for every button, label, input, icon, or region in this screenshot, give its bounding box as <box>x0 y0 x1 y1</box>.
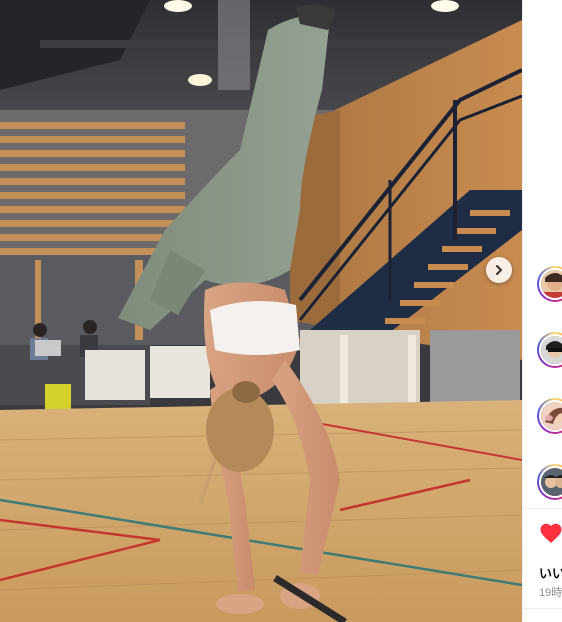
chevron-right-icon <box>496 265 502 275</box>
avatar[interactable] <box>537 332 562 368</box>
photo-scene <box>0 0 522 622</box>
heart-icon[interactable] <box>539 522 562 544</box>
post-sidebar: いい 19時 <box>522 0 562 622</box>
divider <box>523 608 562 609</box>
avatar-image <box>541 468 562 496</box>
avatar-image <box>541 336 562 364</box>
next-photo-button[interactable] <box>486 257 512 283</box>
likes-count[interactable]: いい <box>539 563 562 582</box>
post-timestamp[interactable]: 19時 <box>539 584 562 600</box>
avatar[interactable] <box>537 266 562 302</box>
avatar-image <box>541 270 562 298</box>
divider <box>523 508 562 509</box>
avatar[interactable] <box>537 398 562 434</box>
avatar-image <box>541 402 562 430</box>
avatar[interactable] <box>537 464 562 500</box>
post-viewer: いい 19時 <box>0 0 562 622</box>
post-photo[interactable] <box>0 0 522 622</box>
